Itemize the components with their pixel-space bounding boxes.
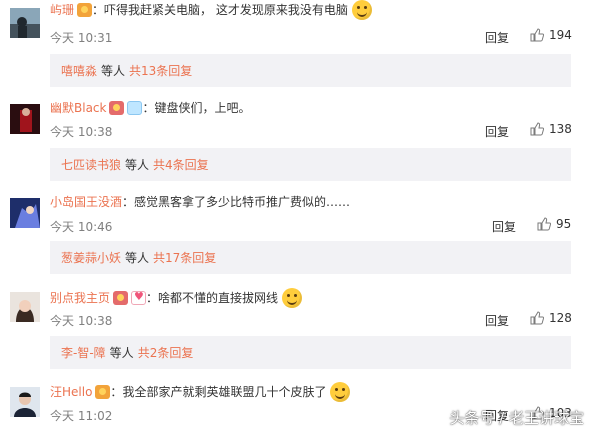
like-button[interactable]: 194 (530, 28, 572, 42)
comment-time: 今天 10:38 (50, 125, 113, 139)
sticker-icon (127, 101, 143, 115)
comment-text: 啥都不懂的直接拔网线 (158, 291, 279, 305)
reply-button[interactable]: 回复 (492, 218, 516, 235)
member-badge-icon (95, 385, 111, 399)
sub-reply-others: 等人 (109, 346, 134, 360)
member-badge-icon (77, 3, 93, 17)
sub-reply-count-link[interactable]: 共17条回复 (153, 249, 216, 266)
sub-reply-others: 等人 (125, 158, 150, 172)
avatar[interactable] (10, 8, 40, 38)
sub-reply-user[interactable]: 嘻嘻淼 (61, 62, 97, 79)
grin-emoji-icon (282, 288, 303, 308)
like-count: 194 (549, 28, 572, 42)
sub-reply-bar[interactable]: 七匹读书狼 等人 共4条回复 (50, 148, 571, 181)
like-count: 95 (556, 217, 572, 231)
like-button[interactable]: 138 (530, 122, 572, 136)
grin-emoji-icon (351, 0, 372, 20)
like-button[interactable]: 128 (530, 311, 572, 325)
reply-button[interactable]: 回复 (485, 123, 509, 140)
comment-time: 今天 10:46 (50, 220, 113, 234)
sub-reply-user[interactable]: 李-智-障 (61, 344, 106, 361)
sub-reply-user[interactable]: 七匹读书狼 (61, 156, 121, 173)
avatar[interactable] (10, 292, 40, 322)
sub-reply-bar[interactable]: 李-智-障 等人 共2条回复 (50, 336, 571, 369)
thumbs-up-icon (537, 217, 551, 231)
reply-button[interactable]: 回复 (485, 29, 509, 46)
username[interactable]: 幽默Black (50, 101, 106, 115)
thumbs-up-icon (530, 122, 544, 136)
like-count: 128 (549, 311, 572, 325)
like-count: 138 (549, 122, 572, 136)
avatar[interactable] (10, 387, 40, 417)
grin-emoji-icon (330, 382, 351, 402)
comment-header: 汪Hello ： 我全部家产就剩英雄联盟几十个皮肤了 (50, 382, 351, 402)
comment-header: 幽默Black ： 键盘侠们，上吧。 (50, 98, 251, 118)
sub-reply-count-link[interactable]: 共13条回复 (129, 62, 192, 79)
sub-reply-count-link[interactable]: 共2条回复 (138, 344, 194, 361)
comment-time: 今天 11:02 (50, 409, 113, 423)
sub-reply-user[interactable]: 葱姜蒜小妖 (61, 249, 121, 266)
member-badge-icon (113, 291, 129, 305)
colon: ： (146, 291, 159, 305)
reply-button[interactable]: 回复 (485, 312, 509, 329)
comment-header: 屿珊 ： 吓得我赶紧关电脑， 这才发现原来我没有电脑 (50, 0, 372, 20)
like-button[interactable]: 95 (537, 217, 571, 231)
comment-time: 今天 10:31 (50, 31, 113, 45)
sub-reply-count-link[interactable]: 共4条回复 (153, 156, 209, 173)
sub-reply-bar[interactable]: 嘻嘻淼 等人 共13条回复 (50, 54, 571, 87)
comment-header: 小岛国王没酒 ： 感觉黑客拿了多少比特币推广费似的…… (50, 192, 350, 212)
colon: ： (142, 101, 155, 115)
sub-reply-others: 等人 (101, 64, 126, 78)
sub-reply-bar[interactable]: 葱姜蒜小妖 等人 共17条回复 (50, 241, 571, 274)
avatar[interactable] (10, 104, 40, 134)
colon: ： (92, 3, 105, 17)
sub-reply-others: 等人 (125, 251, 150, 265)
thumbs-up-icon (530, 28, 544, 42)
thumbs-up-icon (530, 311, 544, 325)
comment-text: 键盘侠们，上吧。 (154, 101, 251, 115)
comment-text: 我全部家产就剩英雄联盟几十个皮肤了 (122, 385, 327, 399)
heart-icon (131, 290, 147, 305)
watermark: 头条号 / 老王讲球宝 (449, 409, 584, 427)
colon: ： (122, 195, 135, 209)
username[interactable]: 屿珊 (50, 3, 74, 17)
member-badge-icon (109, 101, 125, 115)
comment-header: 别点我主页 ： 啥都不懂的直接拔网线 (50, 288, 303, 308)
colon: ： (110, 385, 123, 399)
comment-text: 感觉黑客拿了多少比特币推广费似的…… (134, 195, 351, 209)
comment-time: 今天 10:38 (50, 314, 113, 328)
username[interactable]: 小岛国王没酒 (50, 195, 122, 209)
comment-text: 吓得我赶紧关电脑， 这才发现原来我没有电脑 (104, 3, 348, 17)
username[interactable]: 汪Hello (50, 385, 92, 399)
username[interactable]: 别点我主页 (50, 291, 110, 305)
avatar[interactable] (10, 198, 40, 228)
